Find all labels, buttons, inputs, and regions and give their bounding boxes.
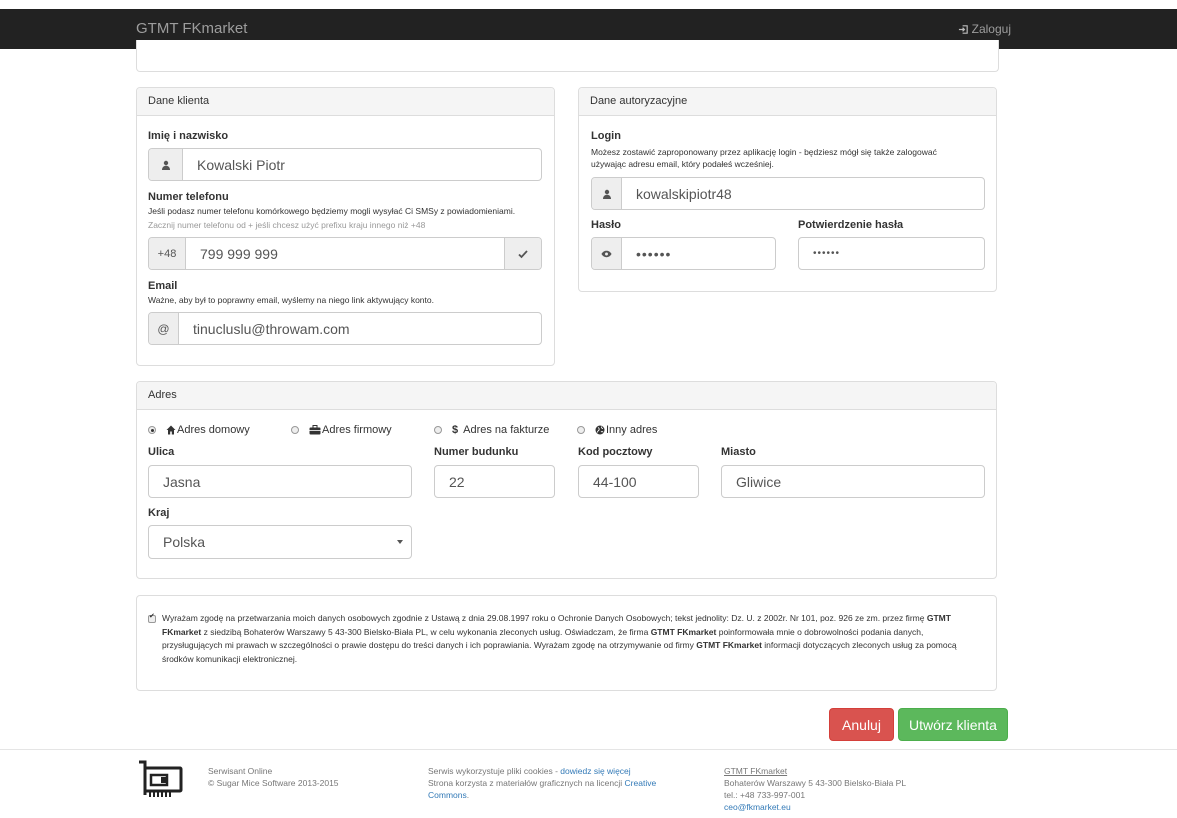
login-input[interactable]: kowalskipiotr48: [622, 178, 984, 209]
address-type-label: Adres firmowy: [322, 424, 392, 436]
address-type-label: Inny adres: [606, 424, 658, 436]
home-icon: [166, 425, 176, 435]
email-input[interactable]: tinucluslu@throwam.com: [179, 313, 541, 344]
check-icon: [504, 238, 541, 269]
name-input-group: Kowalski Piotr: [148, 148, 542, 181]
footer-company-link[interactable]: GTMT FKmarket: [724, 766, 787, 776]
client-panel-title: Dane klienta: [137, 88, 554, 116]
footer-col3: GTMT FKmarket Bohaterów Warszawy 5 43-30…: [724, 765, 906, 813]
postal-label: Kod pocztowy: [578, 446, 653, 458]
login-help: Możesz zostawić zaproponowany przez apli…: [591, 147, 937, 169]
password-input[interactable]: ••••••: [622, 238, 775, 269]
footer-address: Bohaterów Warszawy 5 43-300 Bielsko-Biał…: [724, 778, 907, 788]
login-field-label: Login: [591, 130, 621, 142]
footer-col2: Serwis wykorzystuje pliki cookies - dowi…: [428, 766, 657, 800]
address-type-other[interactable]: Inny adres: [577, 424, 657, 436]
city-input[interactable]: Gliwice: [721, 465, 985, 498]
phone-help: Jeśli podasz numer telefonu komórkowego …: [148, 206, 516, 216]
password-input-group: ••••••: [591, 237, 776, 270]
address-type-invoice[interactable]: $ Adres na fakturze: [434, 424, 549, 436]
city-label: Miasto: [721, 446, 756, 458]
network-card-logo-icon: [139, 760, 183, 797]
footer-service-name: Serwisant Online: [208, 766, 273, 776]
address-type-label: Adres na fakturze: [463, 424, 550, 436]
email-help: Ważne, aby był to poprawny email, wyślem…: [148, 295, 434, 305]
email-label: Email: [148, 280, 178, 292]
name-input[interactable]: Kowalski Piotr: [183, 149, 541, 180]
eye-icon[interactable]: [592, 238, 622, 269]
brand-link[interactable]: GTMT FKmarket: [136, 20, 247, 37]
radio-button[interactable]: [577, 426, 585, 434]
auth-panel-title: Dane autoryzacyjne: [579, 88, 996, 116]
radio-button[interactable]: [434, 426, 442, 434]
address-type-home[interactable]: Adres domowy: [148, 424, 250, 436]
login-label: Zaloguj: [971, 22, 1011, 36]
phone-label: Numer telefonu: [148, 191, 229, 203]
caret-down-icon: [397, 540, 403, 544]
address-type-company[interactable]: Adres firmowy: [291, 424, 392, 436]
name-label: Imię i nazwisko: [148, 130, 229, 142]
footer-col1: Serwisant Online © Sugar Mice Software 2…: [208, 765, 339, 789]
footer-divider: [0, 749, 1177, 750]
phone-help-muted: Zacznij numer telefonu od + jeśli chcesz…: [148, 220, 426, 230]
consent-checkbox[interactable]: [148, 612, 156, 623]
email-input-group: @ tinucluslu@throwam.com: [148, 312, 542, 345]
address-type-label: Adres domowy: [177, 424, 250, 436]
phone-input-group: +48 799 999 999: [148, 237, 542, 270]
street-label: Ulica: [148, 446, 175, 458]
cancel-button[interactable]: Anuluj: [829, 708, 894, 741]
confirm-password-label: Potwierdzenie hasła: [798, 219, 904, 231]
building-label: Numer budunku: [434, 446, 519, 458]
country-selected-value: Polska: [163, 534, 206, 550]
address-panel-title: Adres: [137, 382, 996, 410]
phone-prefix: +48: [149, 238, 186, 269]
footer-phone: tel.: +48 733-997-001: [724, 790, 806, 800]
consent-text: Wyrażam zgodę na przetwarzania moich dan…: [162, 613, 957, 664]
dollar-icon: $: [452, 424, 459, 436]
phone-input[interactable]: 799 999 999: [186, 238, 504, 269]
login-input-group: kowalskipiotr48: [591, 177, 985, 210]
previous-panel-bottom: [136, 40, 999, 72]
user-icon: [592, 178, 622, 209]
street-input[interactable]: Jasna: [148, 465, 412, 498]
country-select[interactable]: Polska: [148, 525, 412, 559]
cookies-link[interactable]: dowiedz się więcej: [560, 766, 630, 776]
radio-button[interactable]: [291, 426, 299, 434]
globe-icon: [595, 425, 605, 435]
at-icon: @: [149, 313, 179, 344]
radio-button[interactable]: [148, 426, 156, 434]
sign-in-icon: [958, 24, 968, 34]
password-label: Hasło: [591, 219, 621, 231]
login-link[interactable]: Zaloguj: [958, 22, 1011, 36]
postal-input[interactable]: 44-100: [578, 465, 699, 498]
create-client-button[interactable]: Utwórz klienta: [898, 708, 1008, 741]
building-input[interactable]: 22: [434, 465, 555, 498]
briefcase-icon: [309, 425, 321, 435]
footer-email-link[interactable]: ceo@fkmarket.eu: [724, 802, 791, 812]
confirm-password-input[interactable]: ••••••: [798, 237, 985, 270]
country-label: Kraj: [148, 507, 170, 519]
footer-copyright: © Sugar Mice Software 2013-2015: [208, 778, 339, 788]
user-icon: [149, 149, 183, 180]
